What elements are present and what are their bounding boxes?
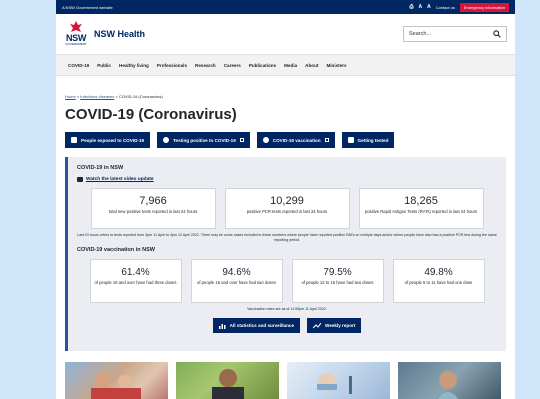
- worker-photo[interactable]: [176, 362, 279, 399]
- stat-card: 18,265 positive Rapid Antigen Tests (RAT…: [358, 188, 484, 229]
- virus-icon: [163, 137, 170, 143]
- stat-label: positive Rapid Antigen Tests (RATs) repo…: [364, 209, 478, 214]
- vax-value: 79.5%: [323, 267, 352, 279]
- vaccination-heading: COVID-19 vaccination in NSW: [77, 247, 155, 254]
- search-icon[interactable]: [493, 30, 501, 38]
- person-photo[interactable]: [398, 362, 501, 399]
- print-icon[interactable]: ⎙: [409, 4, 413, 10]
- shield-check-icon: [262, 137, 269, 143]
- vaccination-button[interactable]: COVID-19 vaccination: [256, 132, 335, 148]
- stat-value: 18,265: [404, 195, 438, 207]
- video-link-row: Watch the latest video update: [77, 177, 497, 182]
- vax-card: 49.8% of people 5 to 11 have had one dos…: [392, 259, 485, 304]
- breadcrumb-infectious[interactable]: Infectious diseases: [80, 94, 114, 99]
- vax-card: 79.5% of people 12 to 15 have had two do…: [291, 259, 384, 304]
- people-exposed-label: People exposed to COVID-19: [81, 137, 145, 143]
- waratah-icon: [70, 21, 82, 32]
- stats-buttons: All statistics and surveillance Weekly r…: [77, 318, 497, 334]
- nav-item-about[interactable]: About: [305, 63, 318, 68]
- person-photo-image: [438, 371, 458, 399]
- case-stats: 7,966 total new positive tests reported …: [77, 188, 497, 229]
- testing-positive-label: Testing positive to COVID-19: [173, 137, 236, 143]
- toolbar: ⎙ A A Contact us Emergency information: [409, 2, 509, 12]
- stats-note: Last 24 hours refers to tests reported f…: [77, 233, 497, 242]
- main-content: Home > Infectious diseases > COVID-19 (C…: [56, 94, 515, 351]
- breadcrumb-home[interactable]: Home: [65, 94, 76, 99]
- getting-tested-label: Getting tested: [357, 137, 389, 143]
- nav-item-publications[interactable]: Publications: [249, 63, 276, 68]
- search-placeholder: Search...: [409, 31, 432, 37]
- testing-positive-button[interactable]: Testing positive to COVID-19: [157, 132, 250, 148]
- nav-item-careers[interactable]: Careers: [224, 63, 241, 68]
- vax-label: of people 5 to 11 have had one dose: [404, 280, 473, 286]
- trend-line-icon: [313, 322, 322, 328]
- vaccination-note: Vaccination rates are as of 11:59pm 11 A…: [247, 307, 327, 312]
- nav-item-ministers[interactable]: Ministers: [326, 63, 346, 68]
- family-photo-image: [91, 372, 141, 399]
- government-bar: A NSW Government website ⎙ A A Contact u…: [56, 0, 515, 14]
- stat-card: 7,966 total new positive tests reported …: [90, 188, 216, 229]
- vax-card: 61.4% of people 16 and over have had thr…: [89, 259, 182, 304]
- vax-value: 49.8%: [424, 267, 453, 279]
- main-nav: COVID-19 Public Healthy living Professio…: [56, 54, 515, 76]
- all-statistics-label: All statistics and surveillance: [229, 323, 295, 329]
- vaccination-stats: 61.4% of people 16 and over have had thr…: [77, 259, 497, 304]
- header: NSW GOVERNMENT NSW Health Search...: [56, 14, 515, 54]
- nav-item-covid[interactable]: COVID-19: [68, 63, 89, 68]
- external-link-icon: [239, 138, 244, 142]
- vax-label: of people 12 to 15 have had two doses: [301, 280, 374, 286]
- bar-chart-icon: [218, 323, 226, 329]
- vax-value: 94.6%: [222, 267, 251, 279]
- vax-card: 94.6% of people 16 and over have had two…: [190, 259, 283, 304]
- stat-card: 10,299 positive PCR tests reported in la…: [224, 188, 350, 229]
- external-link-icon: [324, 138, 329, 142]
- search-input[interactable]: Search...: [403, 26, 507, 42]
- vaccination-label: COVID-19 vaccination: [272, 137, 321, 143]
- stat-value: 10,299: [270, 195, 304, 207]
- nsw-logo[interactable]: NSW GOVERNMENT: [64, 21, 88, 47]
- weekly-report-button[interactable]: Weekly report: [307, 318, 362, 334]
- video-icon: [77, 177, 83, 182]
- getting-tested-button[interactable]: Getting tested: [341, 132, 395, 148]
- people-icon: [347, 137, 354, 143]
- nav-item-public[interactable]: Public: [97, 63, 111, 68]
- stat-label: positive PCR tests reported in last 24 h…: [246, 209, 328, 214]
- family-photo[interactable]: [65, 362, 168, 399]
- nav-item-healthy-living[interactable]: Healthy living: [119, 63, 149, 68]
- site-title[interactable]: NSW Health: [94, 29, 403, 39]
- breadcrumb: Home > Infectious diseases > COVID-19 (C…: [65, 94, 506, 99]
- nav-item-research[interactable]: Research: [195, 63, 216, 68]
- all-statistics-button[interactable]: All statistics and surveillance: [212, 318, 301, 334]
- worker-photo-image: [212, 369, 244, 399]
- weekly-report-label: Weekly report: [325, 323, 356, 329]
- contact-link[interactable]: Contact us: [436, 5, 455, 10]
- text-size-small-icon[interactable]: A: [427, 4, 431, 10]
- emergency-button[interactable]: Emergency information: [459, 2, 509, 12]
- breadcrumb-current: COVID-19 (Coronavirus): [118, 94, 163, 99]
- vaccine-photo-image: [317, 373, 352, 394]
- logo-subtext: GOVERNMENT: [65, 42, 87, 46]
- latest-video-link[interactable]: Watch the latest video update: [86, 177, 154, 182]
- covid-heading: COVID-19 in NSW: [77, 165, 124, 171]
- photo-strip: [65, 362, 501, 399]
- stat-value: 7,966: [139, 195, 167, 207]
- nav-item-media[interactable]: Media: [284, 63, 297, 68]
- vaccine-photo[interactable]: [287, 362, 390, 399]
- vax-label: of people 16 and over have had two doses: [197, 280, 276, 286]
- stat-label: total new positive tests reported in las…: [108, 209, 198, 214]
- document-icon: [71, 137, 77, 143]
- page: A NSW Government website ⎙ A A Contact u…: [56, 0, 515, 399]
- page-title: COVID-19 (Coronavirus): [65, 106, 237, 123]
- covid-stats-panel: COVID-19 in NSW Watch the latest video u…: [65, 157, 506, 351]
- vax-label: of people 16 and over have had three dos…: [94, 280, 177, 286]
- nav-item-professionals[interactable]: Professionals: [157, 63, 187, 68]
- vax-value: 61.4%: [121, 267, 150, 279]
- text-size-icon[interactable]: A: [418, 4, 422, 10]
- gov-label: A NSW Government website: [62, 4, 113, 10]
- quick-links: People exposed to COVID-19 Testing posit…: [65, 132, 506, 148]
- people-exposed-button[interactable]: People exposed to COVID-19: [65, 132, 151, 148]
